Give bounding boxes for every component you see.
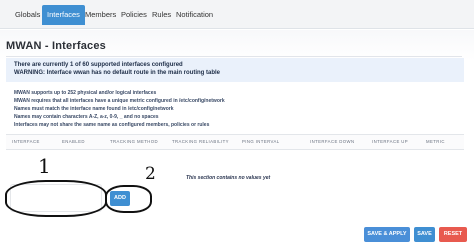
column-header-ping-interval: PING INTERVAL [242, 139, 280, 144]
annotation-number-2: 2 [145, 164, 156, 184]
annotation-circle-2 [105, 185, 152, 213]
column-header-metric: METRIC [426, 139, 445, 144]
column-header-tracking-reliability: TRACKING RELIABILITY [172, 139, 229, 144]
column-header-enabled: ENABLED [62, 139, 85, 144]
warning-default-route: WARNING: Interface wwan has no default r… [14, 70, 221, 76]
info-line: MWAN requires that all interfaces have a… [14, 98, 225, 104]
tab-bar: Globals Interfaces Members Policies Rule… [0, 0, 474, 29]
column-header-interface-down: INTERFACE DOWN [310, 139, 355, 144]
save-button[interactable]: SAVE [414, 227, 435, 242]
warning-interface-count: There are currently 1 of 60 supported in… [14, 62, 183, 68]
tab-interfaces[interactable]: Interfaces [42, 5, 85, 25]
annotation-number-1: 1 [38, 154, 51, 178]
info-line: MWAN supports up to 252 physical and/or … [14, 90, 157, 96]
reset-button[interactable]: RESET [439, 227, 467, 242]
page-title: MWAN - Interfaces [6, 36, 462, 57]
annotation-circle-1 [5, 180, 107, 217]
tab-globals[interactable]: Globals [10, 5, 45, 25]
empty-table-message: This section contains no values yet [186, 175, 271, 181]
info-line: Names may contain characters A-Z, a-z, 0… [14, 114, 159, 120]
column-header-interface: INTERFACE [12, 139, 40, 144]
warning-box: There are currently 1 of 60 supported in… [6, 58, 464, 82]
tab-notification[interactable]: Notification [171, 5, 218, 25]
info-box: MWAN supports up to 252 physical and/or … [6, 88, 464, 131]
info-line: Names must match the interface name foun… [14, 106, 174, 112]
column-header-interface-up: INTERFACE UP [372, 139, 409, 144]
save-and-apply-button[interactable]: SAVE & APPLY [364, 227, 410, 242]
info-line: Interfaces may not share the same name a… [14, 122, 210, 128]
table-header: INTERFACE ENABLED TRACKING METHOD TRACKI… [6, 134, 464, 150]
column-header-tracking-method: TRACKING METHOD [110, 139, 159, 144]
